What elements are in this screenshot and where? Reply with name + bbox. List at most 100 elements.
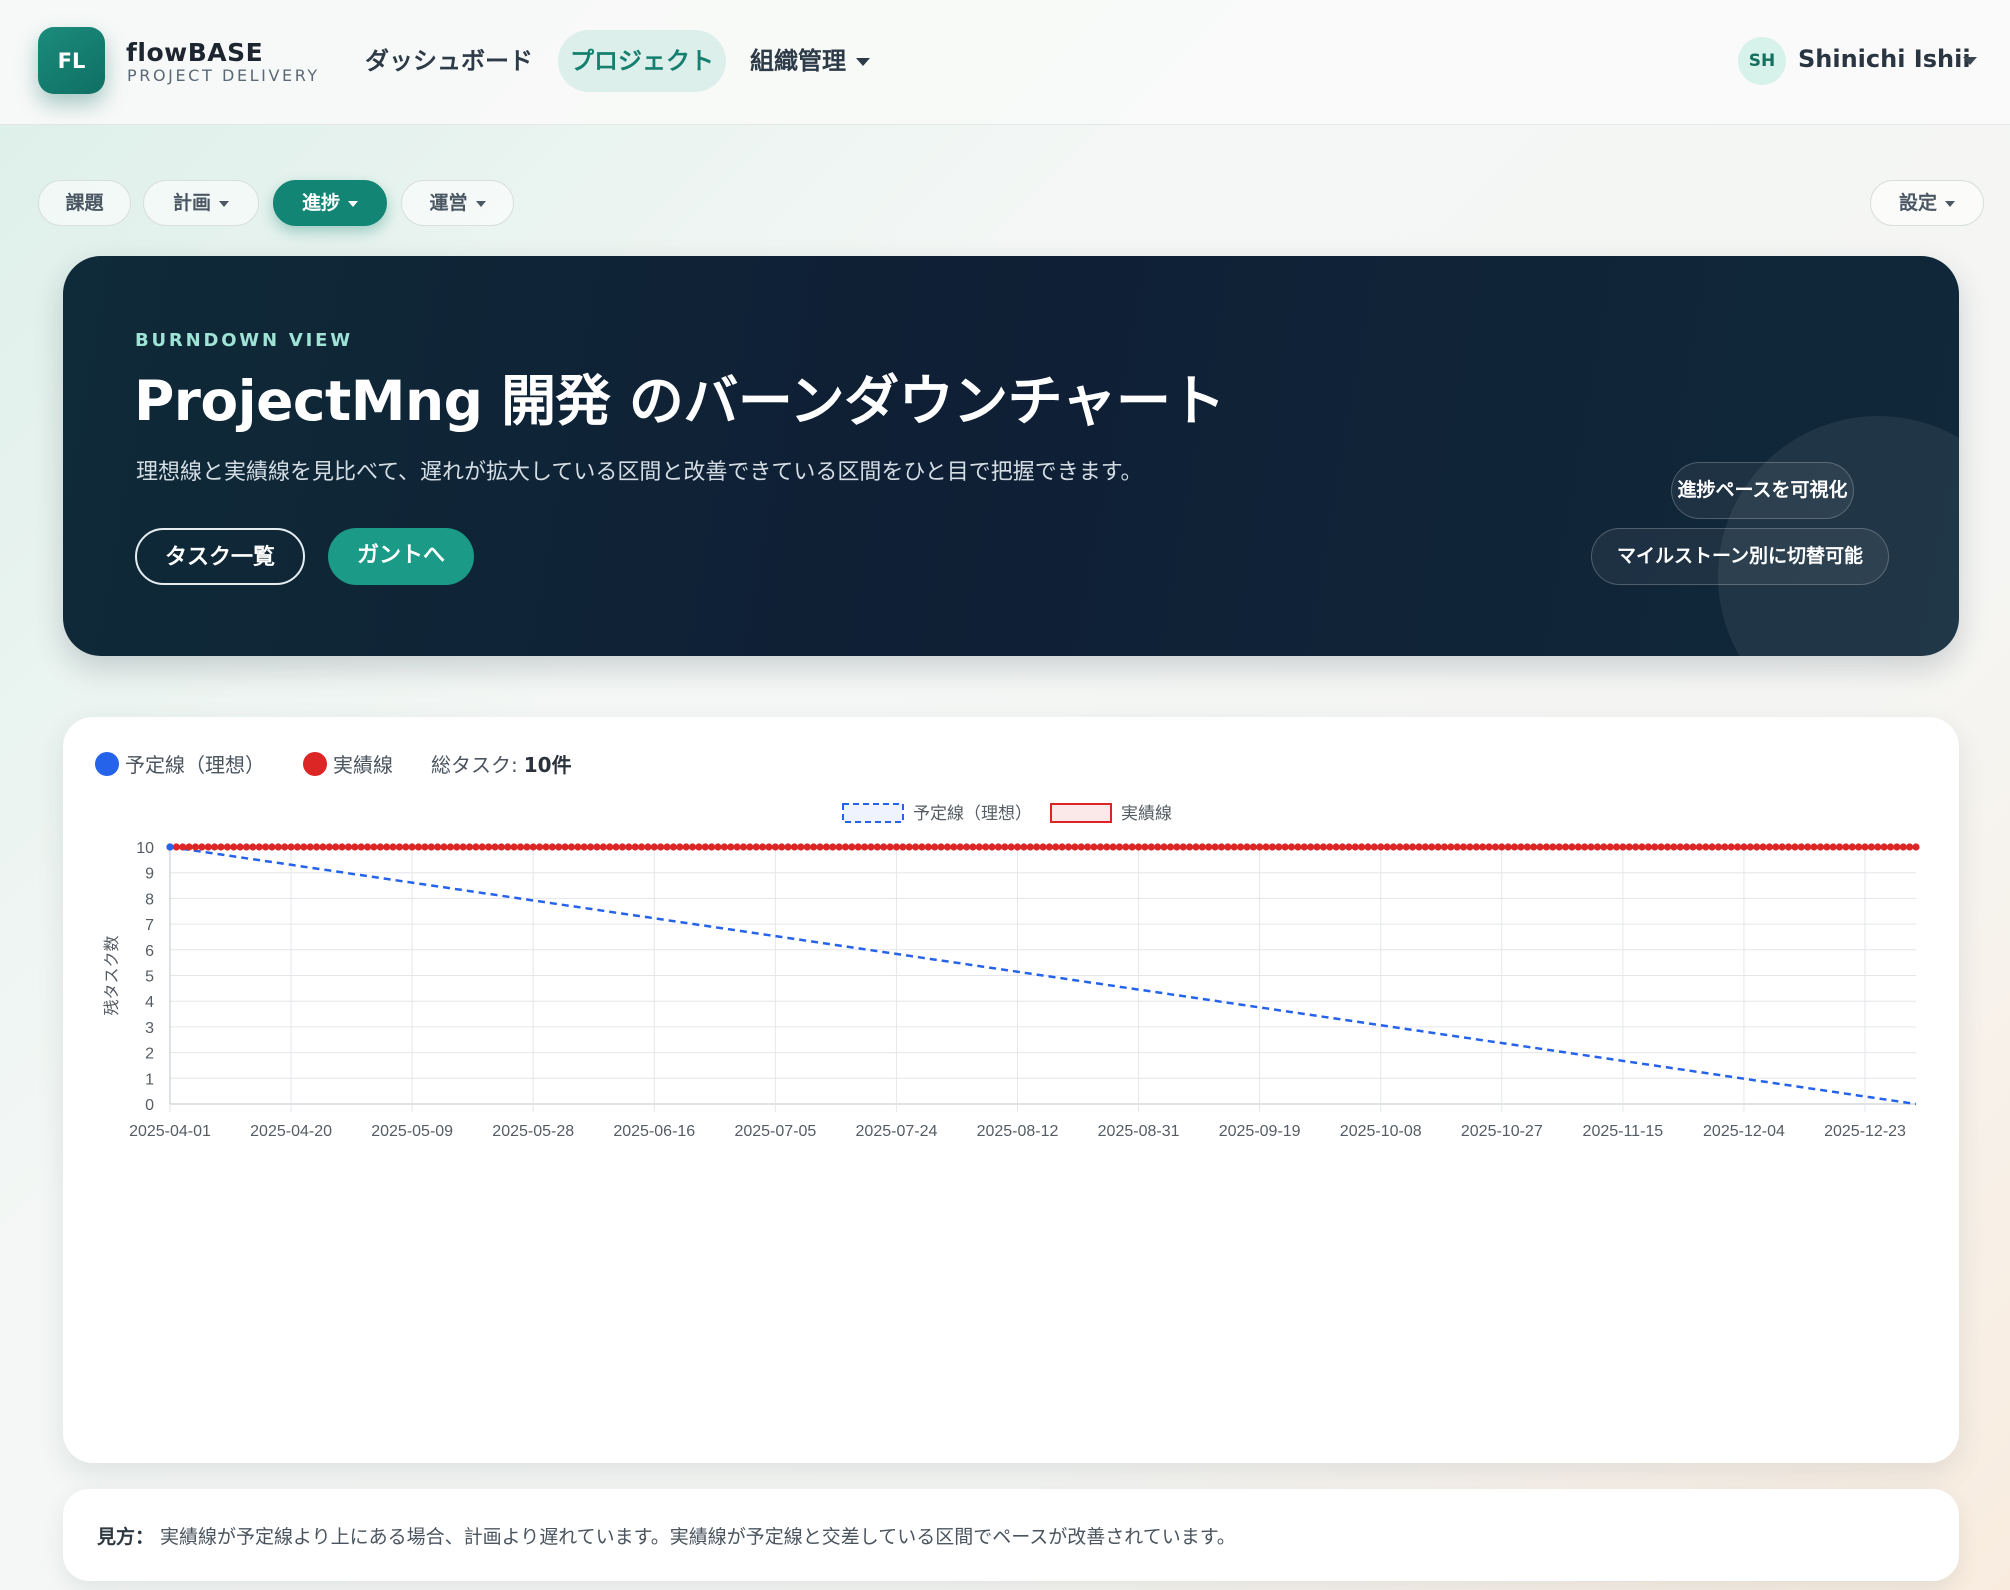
actual-point — [1867, 843, 1875, 851]
x-tick-label: 2025-05-28 — [492, 1123, 574, 1140]
actual-point — [236, 843, 244, 851]
chart-legend[interactable]: 予定線（理想） 実績線 — [842, 803, 1172, 823]
actual-point — [1765, 843, 1774, 851]
actual-point — [1262, 843, 1270, 851]
actual-point — [1574, 843, 1582, 851]
actual-point — [1459, 843, 1468, 851]
actual-point — [434, 843, 442, 851]
actual-point — [1192, 843, 1200, 851]
actual-point — [535, 843, 544, 851]
actual-point — [1013, 843, 1022, 851]
actual-point — [727, 843, 735, 851]
actual-point — [1058, 843, 1066, 851]
actual-point — [669, 843, 678, 851]
actual-point — [1351, 843, 1359, 851]
actual-point — [1096, 843, 1104, 851]
actual-point — [1682, 843, 1691, 851]
actual-point — [567, 843, 576, 851]
actual-point — [663, 843, 671, 851]
legend-ideal-label[interactable]: 予定線（理想） — [913, 804, 1032, 823]
actual-point — [1007, 843, 1015, 851]
actual-point — [1759, 843, 1767, 851]
actual-point — [606, 843, 614, 851]
actual-point — [1848, 843, 1856, 851]
actual-point — [1402, 843, 1410, 851]
actual-point — [446, 843, 454, 851]
actual-point — [829, 843, 837, 851]
x-tick-label: 2025-09-19 — [1219, 1123, 1301, 1140]
actual-point — [1874, 843, 1882, 851]
actual-point — [1893, 843, 1901, 851]
actual-point — [1332, 843, 1340, 851]
user-menu-name[interactable]: Shinichi Ishii — [1798, 45, 1971, 73]
actual-point — [1396, 843, 1404, 851]
actual-point — [918, 843, 926, 851]
hero-description: 理想線と実績線を見比べて、遅れが拡大している区間と改善できている区間をひと目で把… — [136, 460, 1143, 485]
actual-point — [931, 843, 939, 851]
actual-point — [306, 843, 314, 851]
actual-point — [1338, 843, 1347, 851]
tab-progress-label: 進捗 — [301, 192, 340, 214]
gantt-button[interactable]: ガントへ — [328, 528, 474, 585]
actual-point — [982, 843, 990, 851]
nav-org-management[interactable]: 組織管理 — [740, 30, 880, 92]
actual-point — [389, 843, 397, 851]
actual-point — [198, 843, 206, 851]
actual-point — [1593, 843, 1601, 851]
actual-point — [752, 843, 760, 851]
nav-org-label: 組織管理 — [750, 47, 846, 75]
x-tick-label: 2025-11-15 — [1583, 1123, 1664, 1140]
actual-point — [854, 843, 862, 851]
actual-point — [644, 843, 652, 851]
actual-point — [1071, 843, 1079, 851]
tab-issues[interactable]: 課題 — [38, 180, 131, 226]
actual-point — [975, 843, 983, 851]
actual-point — [956, 843, 964, 851]
actual-point — [504, 843, 512, 851]
y-tick-label: 8 — [145, 891, 154, 908]
tab-operations[interactable]: 運営 — [401, 180, 514, 226]
actual-point — [1842, 843, 1850, 851]
y-tick-label: 9 — [145, 866, 154, 883]
actual-point — [1408, 843, 1417, 851]
nav-projects[interactable]: プロジェクト — [558, 30, 726, 92]
avatar[interactable]: SH — [1738, 37, 1786, 85]
actual-point — [1829, 843, 1837, 851]
actual-point — [1784, 843, 1793, 851]
chevron-down-icon — [856, 58, 870, 66]
nav-dashboard[interactable]: ダッシュボード — [355, 30, 543, 92]
actual-point — [287, 843, 295, 851]
legend-ideal-swatch[interactable] — [842, 803, 904, 823]
tab-progress[interactable]: 進捗 — [273, 180, 387, 226]
actual-point — [873, 843, 881, 851]
actual-point — [1676, 843, 1684, 851]
actual-point — [1886, 843, 1895, 851]
actual-point — [516, 843, 525, 851]
actual-point — [835, 843, 843, 851]
actual-point — [1001, 843, 1009, 851]
actual-point — [1510, 843, 1519, 851]
legend-actual-label[interactable]: 実績線 — [1121, 804, 1172, 823]
actual-point — [1880, 843, 1888, 851]
actual-point — [1568, 843, 1576, 851]
brand-name: flowBASE — [126, 38, 264, 67]
actual-point — [300, 843, 308, 851]
chevron-down-icon[interactable] — [1963, 57, 1977, 65]
tab-plan[interactable]: 計画 — [143, 180, 259, 226]
actual-point — [1128, 843, 1136, 851]
hero-eyebrow: BURNDOWN VIEW — [135, 330, 353, 351]
actual-point — [561, 843, 569, 851]
actual-point — [1721, 843, 1729, 851]
actual-point — [338, 843, 346, 851]
task-list-button[interactable]: タスク一覧 — [135, 528, 305, 585]
actual-point — [905, 843, 913, 851]
brand-logo[interactable]: FL — [38, 27, 105, 94]
actual-point — [1733, 843, 1742, 851]
legend-actual-swatch[interactable] — [1050, 803, 1112, 823]
x-tick-label: 2025-12-04 — [1703, 1123, 1785, 1140]
actual-point — [631, 843, 639, 851]
actual-point — [293, 843, 302, 851]
settings-dropdown[interactable]: 設定 — [1870, 180, 1984, 226]
actual-point — [1695, 843, 1703, 851]
actual-point — [1530, 843, 1538, 851]
